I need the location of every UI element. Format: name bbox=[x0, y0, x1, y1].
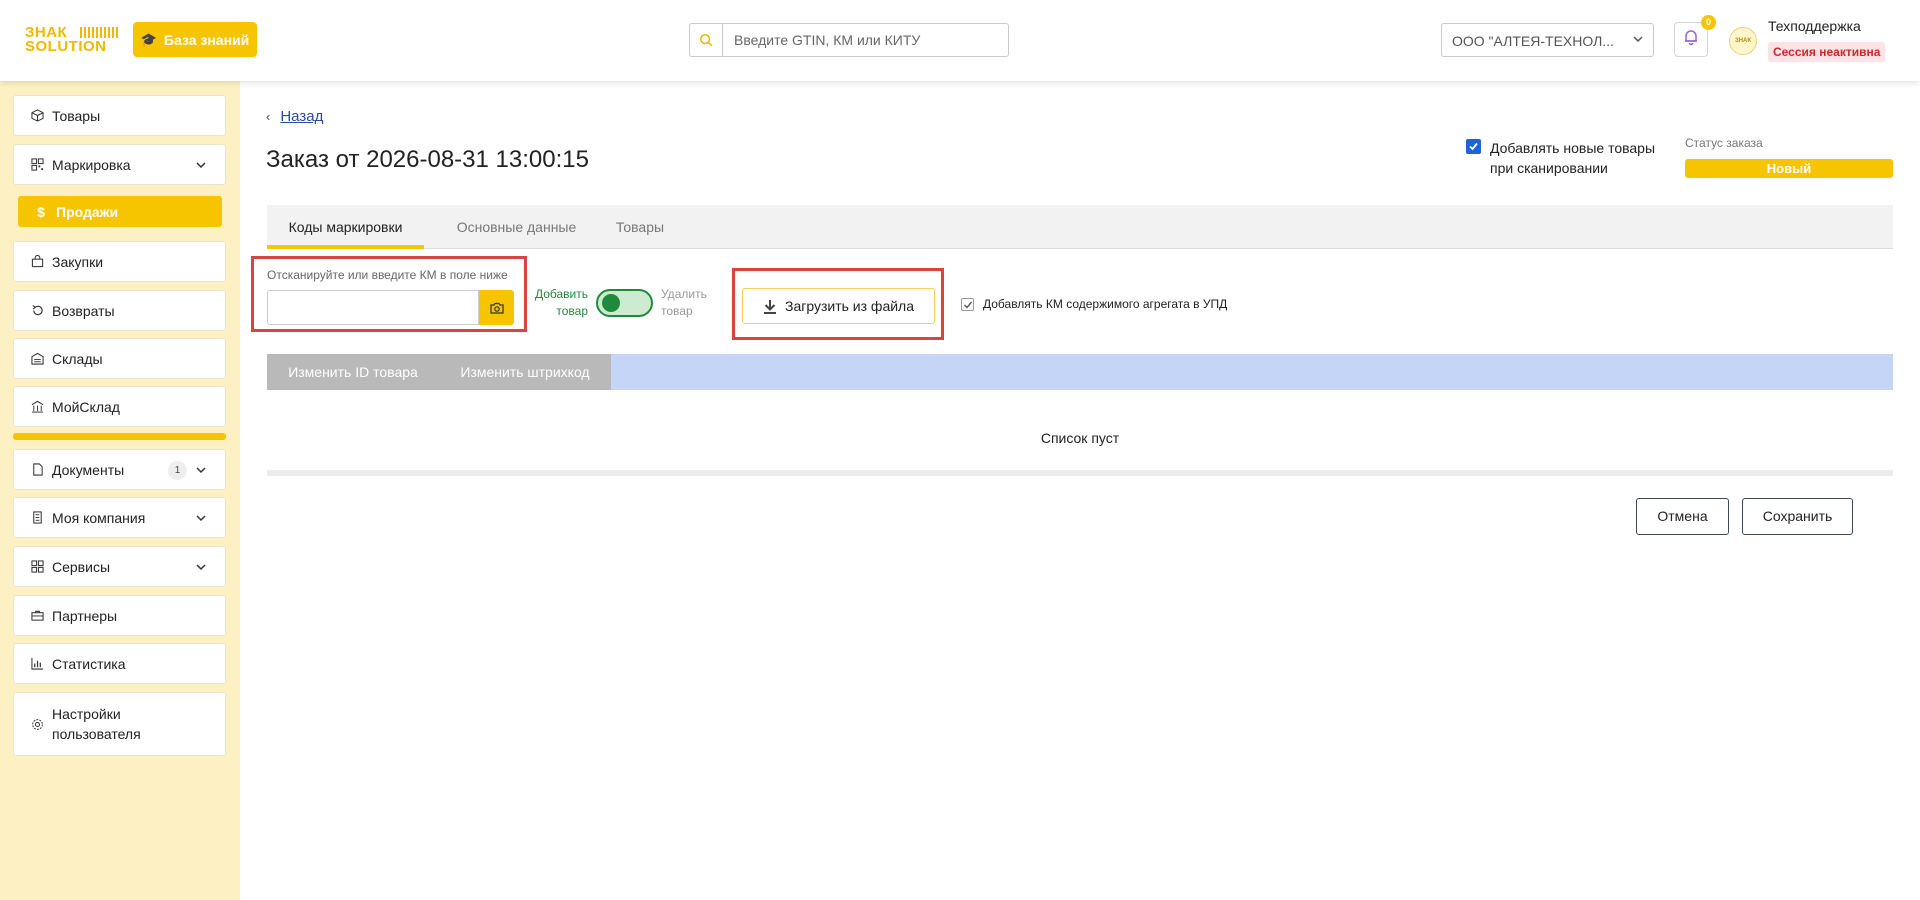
qr-icon bbox=[30, 158, 44, 172]
toggle-knob bbox=[602, 294, 620, 312]
upload-label: Загрузить из файла bbox=[784, 298, 915, 314]
toggle-remove-label: Удалить товар bbox=[661, 287, 707, 318]
add-remove-toggle[interactable] bbox=[596, 289, 653, 317]
camera-icon bbox=[489, 302, 504, 314]
barcode-icon bbox=[80, 27, 120, 38]
tab-marking-codes[interactable]: Коды маркировки bbox=[267, 205, 424, 249]
top-header: ЗНАК SOLUTION 🎓 База знаний ООО "АЛТЕЯ-Т… bbox=[0, 0, 1920, 81]
action-bar: Изменить ID товара Изменить штрихкод bbox=[267, 354, 1893, 390]
sidebar-item-label: Возвраты bbox=[52, 302, 115, 319]
empty-list-text: Список пуст bbox=[1040, 430, 1120, 446]
camera-scan-button[interactable] bbox=[479, 290, 514, 325]
sidebar-item-label: Товары bbox=[52, 107, 101, 124]
aggregate-label[interactable]: Добавлять КМ содержимого агрегата в УПД bbox=[983, 297, 1227, 311]
save-button[interactable]: Сохранить bbox=[1742, 498, 1853, 535]
sidebar-item-user-settings[interactable]: Настройки пользователя bbox=[13, 692, 226, 756]
toggle-add-label: Добавить товар bbox=[534, 287, 588, 318]
change-product-id-button[interactable]: Изменить ID товара bbox=[267, 354, 439, 390]
sidebar-item-label: Маркировка bbox=[52, 156, 131, 173]
sidebar-divider bbox=[13, 433, 226, 440]
dollar-icon: $ bbox=[37, 203, 45, 220]
chart-icon bbox=[30, 657, 44, 671]
checkmark-icon bbox=[963, 301, 972, 309]
sidebar-item-label: Продажи bbox=[56, 203, 119, 220]
sidebar-item-marking[interactable]: Маркировка bbox=[13, 144, 226, 185]
sidebar-item-products[interactable]: Товары bbox=[13, 95, 226, 136]
change-barcode-button[interactable]: Изменить штрихкод bbox=[439, 354, 611, 390]
chevron-down-icon bbox=[194, 511, 208, 528]
sidebar-item-label: Сервисы bbox=[52, 558, 111, 575]
bell-icon bbox=[1682, 28, 1700, 51]
cancel-button[interactable]: Отмена bbox=[1636, 498, 1729, 535]
sidebar: Товары Маркировка $ Продажи Закупки Возв… bbox=[0, 81, 240, 900]
sidebar-item-documents[interactable]: Документы 1 bbox=[13, 449, 226, 490]
sidebar-item-sales[interactable]: $ Продажи bbox=[18, 196, 222, 227]
aggregate-checkbox[interactable] bbox=[961, 298, 974, 311]
sidebar-item-label: Документы bbox=[52, 461, 125, 478]
sidebar-item-label: МойСклад bbox=[52, 398, 120, 415]
box-icon bbox=[30, 109, 44, 123]
sidebar-item-label: Моя компания bbox=[52, 509, 146, 526]
add-new-on-scan-label[interactable]: Добавлять новые товары при сканировании bbox=[1490, 138, 1670, 178]
search-box bbox=[689, 23, 1009, 57]
back-link-label: Назад bbox=[280, 108, 324, 125]
add-new-on-scan-checkbox[interactable] bbox=[1466, 139, 1481, 154]
document-icon bbox=[30, 463, 44, 477]
documents-count-badge: 1 bbox=[168, 461, 187, 480]
list-divider bbox=[267, 470, 1893, 476]
sidebar-item-statistics[interactable]: Статистика bbox=[13, 643, 226, 684]
logo-line2: SOLUTION bbox=[25, 38, 107, 55]
chevron-down-icon bbox=[194, 560, 208, 577]
sidebar-item-purchases[interactable]: Закупки bbox=[13, 241, 226, 282]
sidebar-item-label: Закупки bbox=[52, 253, 104, 270]
knowledge-base-button[interactable]: 🎓 База знаний bbox=[133, 22, 257, 57]
order-status-badge: Новый bbox=[1685, 159, 1893, 178]
knowledge-base-label: База знаний bbox=[163, 31, 250, 48]
sidebar-item-partners[interactable]: Партнеры bbox=[13, 595, 226, 636]
grid-icon bbox=[30, 560, 44, 574]
sidebar-item-label: Статистика bbox=[52, 655, 126, 672]
back-link[interactable]: ‹ Назад bbox=[266, 108, 323, 125]
sidebar-item-label: Партнеры bbox=[52, 607, 118, 624]
chevron-down-icon bbox=[194, 158, 208, 175]
upload-from-file-button[interactable]: Загрузить из файла bbox=[742, 288, 935, 324]
tab-products[interactable]: Товары bbox=[602, 205, 678, 249]
search-input[interactable] bbox=[734, 31, 994, 49]
scan-code-input[interactable] bbox=[267, 290, 479, 325]
sidebar-item-label: Склады bbox=[52, 350, 103, 367]
company-icon bbox=[30, 511, 44, 525]
tab-main-data[interactable]: Основные данные bbox=[444, 205, 589, 249]
user-name[interactable]: Техподдержка bbox=[1768, 18, 1861, 34]
session-status-badge: Сессия неактивна bbox=[1768, 42, 1886, 62]
avatar[interactable]: ЗНАК bbox=[1729, 27, 1757, 55]
sidebar-item-returns[interactable]: Возвраты bbox=[13, 290, 226, 331]
building-icon bbox=[30, 400, 44, 414]
sidebar-item-label: Настройки пользователя bbox=[52, 706, 141, 742]
gear-icon bbox=[30, 717, 44, 731]
tabs: Коды маркировки Основные данные Товары bbox=[267, 205, 1893, 249]
sidebar-item-services[interactable]: Сервисы bbox=[13, 546, 226, 587]
chevron-left-icon: ‹ bbox=[266, 109, 271, 124]
page-title: Заказ от 2026-08-31 13:00:15 bbox=[266, 146, 589, 173]
organization-select[interactable]: ООО "АЛТЕЯ-ТЕХНОЛ... bbox=[1441, 23, 1654, 57]
warehouse-icon bbox=[30, 352, 44, 366]
download-icon bbox=[763, 299, 776, 314]
sidebar-item-my-company[interactable]: Моя компания bbox=[13, 497, 226, 538]
chevron-down-icon bbox=[1631, 32, 1645, 49]
sidebar-item-moysklad[interactable]: МойСклад bbox=[13, 386, 226, 427]
organization-selected-value: ООО "АЛТЕЯ-ТЕХНОЛ... bbox=[1452, 33, 1614, 49]
search-icon[interactable] bbox=[690, 24, 723, 56]
chevron-down-icon bbox=[194, 463, 208, 480]
notifications-button[interactable]: 0 bbox=[1674, 15, 1716, 57]
sidebar-item-warehouses[interactable]: Склады bbox=[13, 338, 226, 379]
logo[interactable]: ЗНАК SOLUTION bbox=[25, 25, 123, 55]
return-icon bbox=[30, 304, 44, 318]
briefcase-icon bbox=[30, 609, 44, 623]
graduation-cap-icon: 🎓 bbox=[140, 31, 157, 47]
order-status-label: Статус заказа bbox=[1685, 136, 1763, 150]
bag-icon bbox=[30, 255, 44, 269]
notifications-count-badge: 0 bbox=[1701, 15, 1716, 30]
checkmark-icon bbox=[1469, 142, 1478, 151]
scan-field-label: Отсканируйте или введите КМ в поле ниже bbox=[267, 268, 508, 282]
